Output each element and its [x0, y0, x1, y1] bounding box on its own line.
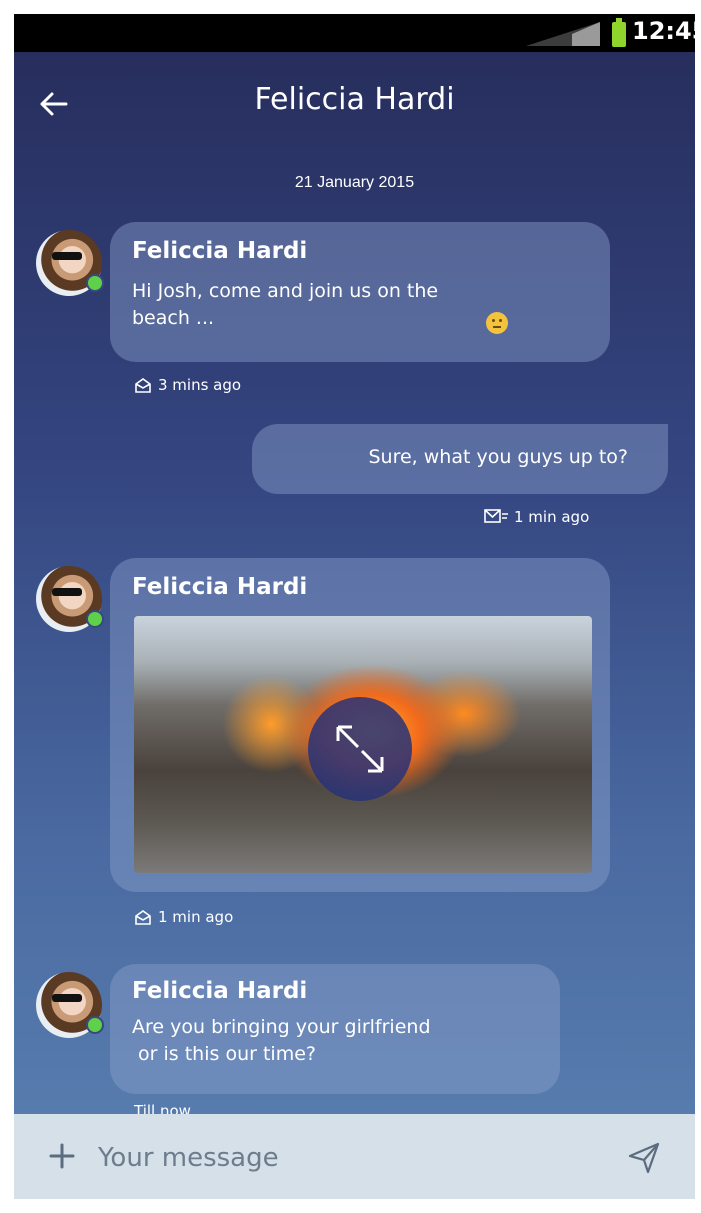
message-line: or is this our time? [132, 1043, 316, 1065]
online-status-dot [86, 610, 104, 628]
message-meta: 1 min ago [134, 908, 233, 926]
online-status-dot [86, 1016, 104, 1034]
message-line: Hi Josh, come and join us on the [132, 280, 439, 302]
avatar[interactable] [36, 972, 104, 1038]
status-bar: 12:45 [14, 14, 695, 52]
avatar[interactable] [36, 566, 104, 632]
battery-icon [612, 18, 626, 47]
plus-icon[interactable] [48, 1142, 76, 1170]
timestamp: 1 min ago [514, 508, 590, 526]
page-title: Feliccia Hardi [254, 82, 455, 117]
envelope-sent-icon [484, 509, 508, 523]
expand-icon [336, 725, 384, 773]
sender-name: Feliccia Hardi [132, 238, 308, 264]
sender-name: Feliccia Hardi [132, 574, 308, 600]
message-line: beach ... [132, 307, 215, 329]
sad-face-emoji-icon [486, 312, 508, 334]
status-time: 12:45 [632, 17, 695, 45]
message-text: Hi Josh, come and join us on the beach .… [132, 278, 438, 332]
phone-screen: 12:45 Feliccia Hardi 21 January 2015 Fel… [14, 14, 695, 1199]
message-meta: 3 mins ago [134, 376, 241, 394]
avatar[interactable] [36, 230, 104, 296]
message-bubble[interactable]: Feliccia Hardi Hi Josh, come and join us… [110, 222, 610, 362]
envelope-open-icon [135, 378, 151, 393]
sender-name: Feliccia Hardi [132, 978, 308, 1004]
send-icon[interactable] [626, 1140, 662, 1176]
message-text: Sure, what you guys up to? [368, 446, 628, 468]
message-line: Are you bringing your girlfriend [132, 1016, 431, 1038]
envelope-open-icon [135, 910, 151, 925]
message-meta: 1 min ago [484, 508, 589, 526]
message-bubble[interactable]: Feliccia Hardi Are you bringing your gir… [110, 964, 560, 1094]
message-input[interactable] [96, 1132, 600, 1184]
timestamp: 1 min ago [158, 908, 234, 926]
timestamp: 3 mins ago [158, 376, 242, 394]
message-text: Are you bringing your girlfriend or is t… [132, 1014, 431, 1068]
date-separator: 21 January 2015 [294, 174, 415, 191]
expand-button[interactable] [308, 697, 412, 801]
signal-icon [526, 22, 600, 46]
online-status-dot [86, 274, 104, 292]
message-bubble-outgoing[interactable]: Sure, what you guys up to? [252, 424, 668, 494]
